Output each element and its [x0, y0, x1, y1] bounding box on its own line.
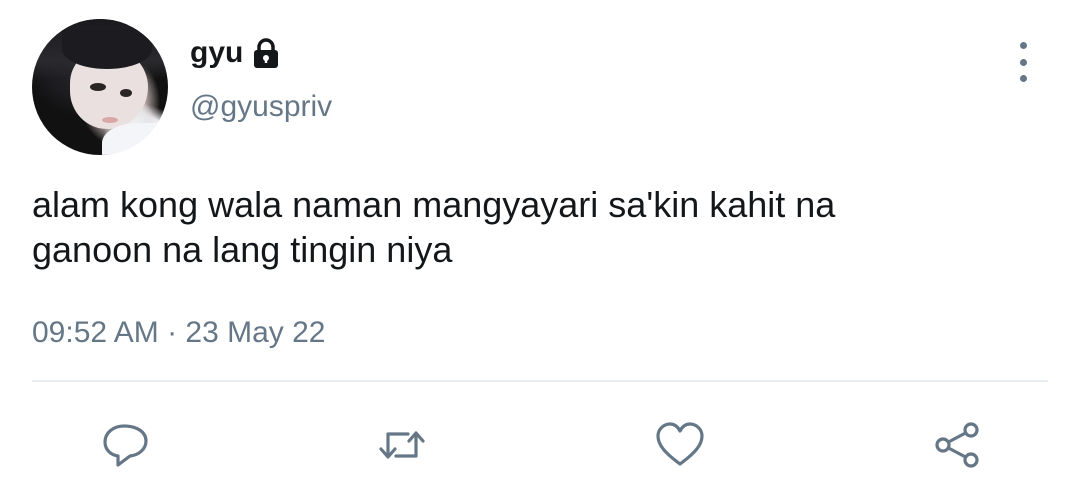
- lock-icon: [254, 38, 279, 68]
- user-name-row: gyu: [190, 36, 281, 70]
- user-handle[interactable]: @gyuspriv: [190, 90, 332, 124]
- retweet-button[interactable]: [375, 418, 429, 472]
- share-icon: [935, 422, 979, 468]
- avatar-lips: [102, 117, 118, 123]
- divider: [32, 380, 1048, 382]
- share-button[interactable]: [930, 418, 984, 472]
- reply-icon: [103, 424, 148, 467]
- like-button[interactable]: [653, 418, 707, 472]
- more-dot: [1019, 58, 1027, 66]
- display-name[interactable]: gyu: [190, 36, 243, 70]
- tweet-text: alam kong wala naman mangyayari sa'kin k…: [32, 182, 1032, 272]
- tweet-text-line: ganoon na lang tingin niya: [32, 229, 453, 270]
- tweet-text-line: alam kong wala naman mangyayari sa'kin k…: [32, 184, 836, 225]
- more-dot: [1019, 42, 1027, 49]
- avatar[interactable]: [32, 19, 168, 155]
- more-dot: [1019, 75, 1027, 82]
- more-vertical-icon[interactable]: [1008, 42, 1038, 82]
- avatar-eye: [90, 83, 106, 91]
- avatar-eye: [120, 89, 132, 97]
- reply-button[interactable]: [98, 418, 152, 472]
- tweet-timestamp[interactable]: 09:52 AM · 23 May 22: [32, 316, 326, 350]
- avatar-scarf: [102, 123, 168, 155]
- retweet-icon: [379, 431, 425, 459]
- heart-icon: [656, 422, 704, 466]
- avatar-bangs: [62, 29, 152, 69]
